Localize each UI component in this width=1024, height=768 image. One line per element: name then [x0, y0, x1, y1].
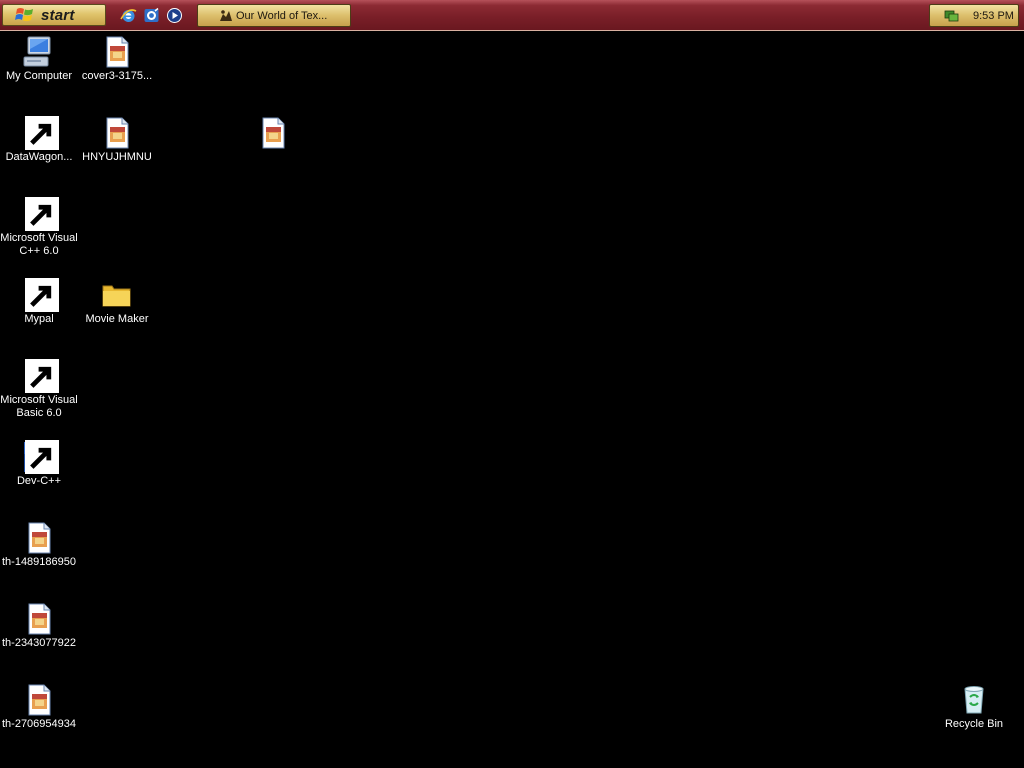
icon-label: Dev-C++: [16, 475, 62, 487]
system-tray: 9:53 PM: [929, 4, 1019, 27]
desktop-icon-datawagon[interactable]: DataWagon...: [0, 116, 78, 164]
computer-icon: [22, 35, 56, 69]
recycle-bin-icon: [957, 683, 991, 717]
icon-label: th-2706954934: [1, 718, 76, 730]
image-file-icon: [22, 683, 56, 717]
desktop-icon-visual-basic[interactable]: Microsoft Visual Basic 6.0: [0, 359, 78, 420]
desktop-icon-visual-cpp[interactable]: Microsoft Visual C++ 6.0: [0, 197, 78, 258]
desktop-icon-mypal[interactable]: Mypal: [0, 278, 78, 326]
mypal-raccoon-icon: [22, 278, 59, 312]
visual-basic-icon: [22, 359, 59, 393]
icon-label: HNYUJHMNU: [82, 151, 152, 163]
image-file-icon: [22, 602, 56, 636]
desktop-screen: start Our World of Tex... 9:53 PM My Com…: [0, 0, 1024, 768]
shortcut-arrow-icon: [25, 278, 59, 312]
shortcut-arrow-icon: [25, 359, 59, 393]
desktop-icon-th-2706954934[interactable]: th-2706954934: [0, 683, 78, 731]
desktop-icon-recycle-bin[interactable]: Recycle Bin: [935, 683, 1013, 731]
icon-label: Movie Maker: [85, 313, 149, 325]
network-icon[interactable]: [943, 8, 959, 24]
datawagon-icon: [22, 116, 59, 150]
clock[interactable]: 9:53 PM: [973, 10, 1014, 22]
image-file-icon: [100, 116, 134, 150]
icon-label-line2: C++ 6.0: [19, 245, 59, 257]
dev-cpp-icon: DEV: [22, 440, 59, 474]
desktop-icon-hnyujhmnu[interactable]: HNYUJHMNU: [78, 116, 156, 164]
internet-explorer-icon[interactable]: [120, 7, 137, 24]
icon-label-line1: Microsoft Visual: [0, 394, 78, 406]
icon-label: My Computer: [5, 70, 73, 82]
windows-flag-icon: [15, 8, 33, 22]
outlook-express-icon[interactable]: [143, 7, 160, 24]
desktop-icon-cover3[interactable]: cover3-3175...: [78, 35, 156, 83]
desktop-icon-th-1489186950[interactable]: th-1489186950: [0, 521, 78, 569]
desktop-icon-movie-maker[interactable]: Movie Maker: [78, 278, 156, 326]
icon-label: th-1489186950: [1, 556, 76, 568]
shortcut-arrow-icon: [25, 197, 59, 231]
icon-label-line2: Basic 6.0: [16, 407, 62, 419]
image-file-icon: [22, 521, 56, 555]
taskbar: start Our World of Tex... 9:53 PM: [0, 0, 1024, 31]
icon-label: Mypal: [24, 313, 54, 325]
desktop-icon-th-2343077922[interactable]: th-2343077922: [0, 602, 78, 650]
image-file-icon: [256, 116, 290, 150]
icon-label: Recycle Bin: [944, 718, 1004, 730]
icon-label: th-2343077922: [1, 637, 76, 649]
image-file-icon: [100, 35, 134, 69]
shortcut-arrow-icon: [25, 440, 59, 474]
start-label: start: [41, 6, 75, 24]
desktop-icon-unlabeled-image[interactable]: [234, 116, 312, 150]
visual-cpp-icon: [22, 197, 59, 231]
web-page-icon: [220, 9, 232, 21]
desktop-icon-dev-cpp[interactable]: DEV Dev-C++: [0, 440, 78, 488]
icon-label-line1: Microsoft Visual: [0, 232, 78, 244]
desktop-icon-my-computer[interactable]: My Computer: [0, 35, 78, 83]
media-player-icon[interactable]: [166, 7, 183, 24]
taskbar-window-label: Our World of Tex...: [236, 9, 328, 22]
shortcut-arrow-icon: [25, 116, 59, 150]
icon-label: DataWagon...: [5, 151, 73, 163]
taskbar-window-button[interactable]: Our World of Tex...: [197, 4, 351, 27]
start-button[interactable]: start: [2, 4, 106, 26]
icon-label: cover3-3175...: [81, 70, 153, 82]
folder-icon: [100, 278, 134, 312]
